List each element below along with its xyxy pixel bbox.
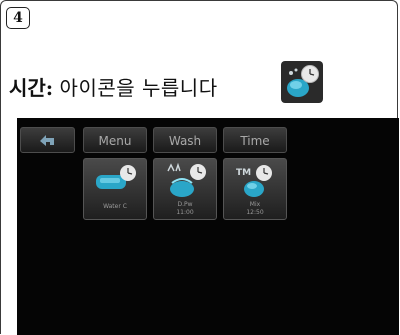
wash-button[interactable]: Wash [153,127,217,153]
time-clock-icon [281,61,323,103]
step-number-badge: 4 [6,7,30,29]
wash-tile-caption-line1: D.Pw [177,201,193,208]
back-button[interactable] [20,127,75,153]
mix-tile-caption-line1: Mix [249,201,261,208]
tm-clock-icon: TM [236,165,272,197]
water-tap-clock-icon [96,165,136,189]
water-tile-caption: Water C [103,203,127,210]
instruction-label: 시간: [9,76,54,100]
water-tile[interactable]: Water C [83,158,147,220]
instruction-line: 시간: 아이콘을 누릅니다 [9,72,218,101]
instruction-text: 아이콘을 누릅니다 [59,76,218,100]
menu-button[interactable]: Menu [83,127,147,153]
wash-time-tile[interactable]: D.Pw 11:00 [153,158,217,220]
back-arrow-icon [40,135,54,146]
wash-tile-caption-line2: 11:00 [176,209,194,216]
manual-step-panel: 4 시간: 아이콘을 누릅니다 Menu Wash Time Water C D… [0,0,399,335]
control-panel-screen: Menu Wash Time Water C D.Pw 11:00 TM Mix… [17,118,399,335]
svg-text:TM: TM [236,168,251,178]
time-button[interactable]: Time [223,127,287,153]
wash-cycle-clock-icon [167,162,206,197]
mix-tile-caption-line2: 12:50 [246,209,264,216]
mix-time-tile[interactable]: TM Mix 12:50 [223,158,287,220]
